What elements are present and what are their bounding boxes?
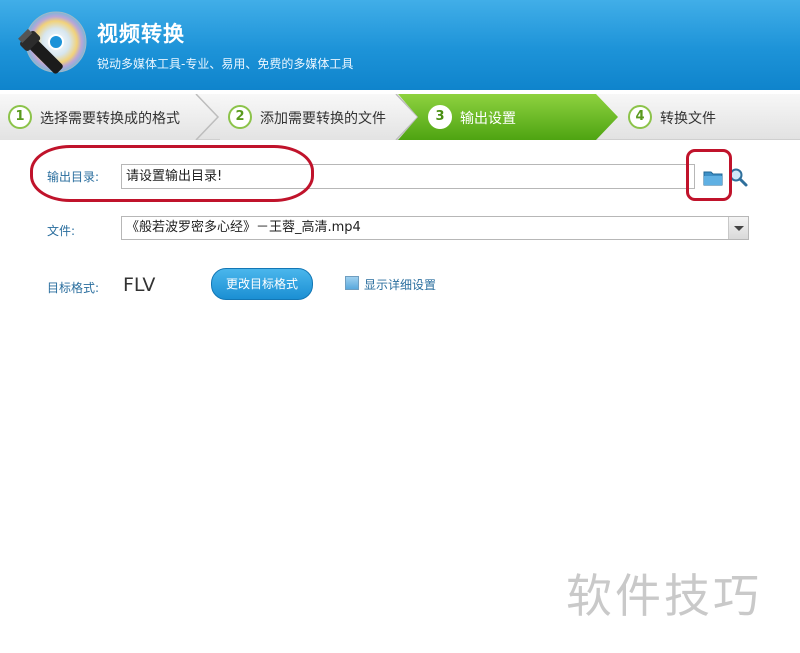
step-label: 输出设置	[460, 111, 516, 127]
step-convert-files[interactable]: 4 转换文件	[620, 94, 800, 140]
dropdown-arrow-icon[interactable]	[728, 217, 748, 239]
step-number: 2	[228, 105, 252, 129]
file-label: 文件:	[47, 224, 76, 238]
change-format-button[interactable]: 更改目标格式	[211, 268, 313, 300]
app-title: 视频转换	[97, 22, 185, 46]
watermark-text: 软件技巧	[566, 569, 762, 623]
step-label: 转换文件	[660, 111, 716, 127]
app-subtitle: 锐动多媒体工具-专业、易用、免费的多媒体工具	[97, 57, 354, 71]
file-selected-value: 《般若波罗密多心经》－王蓉_高清.mp4	[126, 220, 361, 235]
file-dropdown[interactable]: 《般若波罗密多心经》－王蓉_高清.mp4	[121, 216, 749, 240]
target-format-label: 目标格式:	[47, 281, 100, 295]
step-add-files[interactable]: 2 添加需要转换的文件	[220, 94, 420, 140]
step-output-settings[interactable]: 3 输出设置	[398, 94, 620, 140]
show-details-checkbox[interactable]	[345, 276, 359, 290]
search-icon	[729, 168, 748, 187]
output-dir-field[interactable]: 请设置输出目录!	[121, 164, 695, 189]
step-select-format[interactable]: 1 选择需要转换成的格式	[0, 94, 220, 140]
app-header: 视频转换 锐动多媒体工具-专业、易用、免费的多媒体工具	[0, 0, 800, 90]
target-format-value: FLV	[123, 274, 156, 296]
output-dir-label: 输出目录:	[47, 170, 100, 184]
step-label: 添加需要转换的文件	[260, 111, 386, 127]
step-label: 选择需要转换成的格式	[40, 111, 180, 127]
step-number: 3	[428, 105, 452, 129]
step-number: 1	[8, 105, 32, 129]
show-details-label[interactable]: 显示详细设置	[364, 276, 436, 293]
disc-logo-icon	[18, 11, 87, 74]
browse-folder-button[interactable]	[700, 165, 726, 189]
folder-icon	[703, 171, 723, 186]
step-number: 4	[628, 105, 652, 129]
open-folder-button[interactable]	[727, 165, 749, 189]
wizard-steps: 1 选择需要转换成的格式 2 添加需要转换的文件 3 输出设置 4 转换文件	[0, 94, 800, 140]
